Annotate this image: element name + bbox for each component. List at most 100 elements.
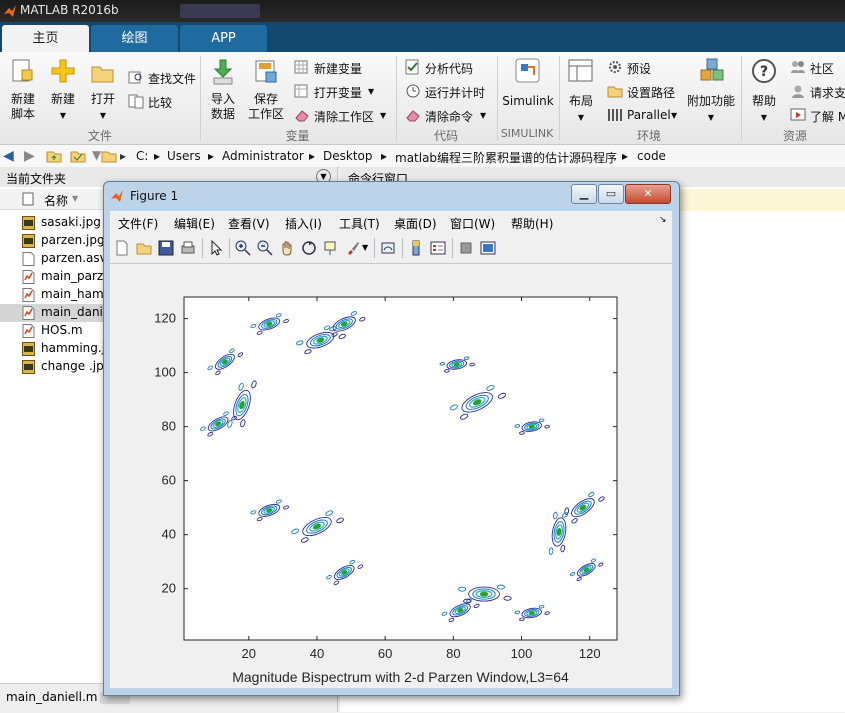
set-path-button[interactable]: 设置路径 <box>605 82 680 100</box>
menu-edit[interactable]: 编辑(E) <box>174 215 215 232</box>
y-tick-label: 100 <box>154 365 176 380</box>
menu-insert[interactable]: 插入(I) <box>285 215 322 232</box>
menu-desktop[interactable]: 桌面(D) <box>394 215 437 232</box>
import-data-icon <box>213 59 233 85</box>
open-button[interactable]: 打开 ▼ <box>86 56 120 126</box>
app-title: MATLAB R2016b <box>20 3 119 17</box>
help-button[interactable]: ? 帮助 ▼ <box>748 56 780 126</box>
run-and-time-button[interactable]: 运行并计时 <box>403 82 493 100</box>
colorbar-icon[interactable] <box>408 240 424 256</box>
open-file-icon[interactable] <box>136 240 152 256</box>
close-button[interactable]: ✕ <box>625 184 671 204</box>
new-dropdown-arrow-icon[interactable]: ▼ <box>46 107 80 123</box>
pan-hand-icon[interactable] <box>279 240 295 256</box>
menu-dock-arrow-icon[interactable]: ↘ <box>659 215 667 225</box>
app-title-bar: MATLAB R2016b <box>0 0 845 22</box>
minimize-button[interactable]: ▁ <box>571 184 597 204</box>
image-file-icon <box>22 234 35 248</box>
set-path-icon <box>607 86 623 98</box>
y-tick-label: 120 <box>154 311 176 326</box>
breadcrumb-project-folder[interactable]: matlab编程三阶累积量谱的估计源码程序 <box>395 149 617 166</box>
brush-dropdown-arrow-icon[interactable]: ▼ <box>362 243 368 252</box>
community-label: 社区 <box>810 62 835 76</box>
new-figure-icon[interactable] <box>114 240 130 256</box>
compare-button[interactable]: 比较 <box>126 92 196 110</box>
clear-commands-button[interactable]: 清除命令 ▼ <box>403 106 493 124</box>
pointer-icon[interactable] <box>208 240 224 256</box>
new-button[interactable]: 新建 ▼ <box>46 56 80 126</box>
save-workspace-button[interactable]: 保存 工作区 <box>246 56 286 126</box>
contour-level <box>479 591 489 597</box>
document-file-icon <box>22 252 35 266</box>
legend-icon[interactable] <box>430 240 446 256</box>
file-name: change .jp <box>41 359 104 373</box>
zoom-in-icon[interactable] <box>235 240 251 256</box>
show-plot-tools-icon[interactable] <box>480 240 496 256</box>
browse-folder-icon[interactable] <box>70 148 86 164</box>
name-column-header[interactable]: 名称 <box>44 192 68 209</box>
menu-tools[interactable]: 工具(T) <box>339 215 380 232</box>
link-plot-icon[interactable] <box>380 240 396 256</box>
new-variable-button[interactable]: 新建变量 <box>292 58 392 76</box>
learn-matlab-button[interactable]: 了解 M <box>788 106 845 124</box>
breadcrumb-users[interactable]: Users <box>167 149 201 163</box>
community-button[interactable]: 社区 <box>788 58 845 76</box>
resources-group-label: 资源 <box>782 129 807 143</box>
menu-view[interactable]: 查看(V) <box>228 215 270 232</box>
add-ons-dropdown-arrow-icon[interactable]: ▼ <box>686 109 736 125</box>
x-tick-label: 100 <box>511 646 533 661</box>
brush-icon[interactable] <box>345 240 361 256</box>
hide-plot-tools-icon[interactable] <box>458 240 474 256</box>
back-icon[interactable]: ◀ <box>3 148 14 164</box>
toolbar-separator <box>452 238 453 258</box>
menu-window[interactable]: 窗口(W) <box>450 215 495 232</box>
simulink-button[interactable]: Simulink <box>502 56 554 116</box>
menu-file[interactable]: 文件(F) <box>118 215 158 232</box>
help-dropdown-arrow-icon[interactable]: ▼ <box>748 109 780 125</box>
zoom-out-icon[interactable] <box>257 240 273 256</box>
breadcrumb-administrator[interactable]: Administrator <box>222 149 304 163</box>
open-dropdown-arrow-icon[interactable]: ▼ <box>86 107 120 123</box>
new-script-label-1: 新建 <box>10 92 35 106</box>
preferences-button[interactable]: 预设 <box>605 58 680 76</box>
breadcrumb-desktop[interactable]: Desktop <box>323 149 373 163</box>
matlab-file-icon <box>22 288 35 302</box>
forward-icon[interactable]: ▶ <box>24 148 35 164</box>
crumb-separator-icon: ▸ <box>208 149 215 163</box>
data-cursor-icon[interactable] <box>323 240 339 256</box>
save-icon[interactable] <box>158 240 174 256</box>
selected-file-name: main_daniell.m <box>6 690 98 704</box>
figure-canvas: 20 40 60 80 100 120 20 40 60 80 100 120 Magnitude Bi… <box>110 264 672 688</box>
maximize-button[interactable]: ▭ <box>598 184 624 204</box>
file-name: HOS.m <box>41 323 83 337</box>
import-data-button[interactable]: 导入 数据 <box>206 56 240 126</box>
up-folder-icon[interactable] <box>46 148 62 164</box>
contour-level <box>528 424 535 429</box>
breadcrumb-c[interactable]: C: <box>136 149 148 163</box>
add-ons-button[interactable]: 附加功能 ▼ <box>686 56 736 126</box>
parallel-button[interactable]: Parallel ▼ <box>605 106 683 124</box>
simulink-label: Simulink <box>502 94 554 108</box>
tab-plots[interactable]: 绘图 <box>91 25 178 52</box>
open-variable-button[interactable]: 打开变量 ▼ <box>292 82 392 100</box>
layout-button[interactable]: 布局 ▼ <box>565 56 597 126</box>
rotate-3d-icon[interactable] <box>301 240 317 256</box>
layout-dropdown-arrow-icon[interactable]: ▼ <box>565 109 597 125</box>
menu-help[interactable]: 帮助(H) <box>511 215 553 232</box>
file-column-icon <box>22 192 34 206</box>
sort-arrow-icon[interactable]: ▼ <box>72 194 78 203</box>
x-tick-label: 120 <box>579 646 601 661</box>
help-label: 帮助 <box>751 94 776 108</box>
open-variable-label: 打开变量 <box>314 86 363 100</box>
import-data-label-1: 导入 <box>210 92 235 106</box>
clear-workspace-button[interactable]: 清除工作区 ▼ <box>292 106 392 124</box>
tab-home[interactable]: 主页 <box>2 25 89 52</box>
request-support-button[interactable]: 请求支 <box>788 82 845 100</box>
breadcrumb-code[interactable]: code <box>637 149 666 163</box>
find-files-button[interactable]: 查找文件 <box>126 68 196 86</box>
analyze-code-button[interactable]: 分析代码 <box>403 58 493 76</box>
new-script-button[interactable]: 新建 脚本 <box>6 56 40 126</box>
tab-apps[interactable]: APP <box>180 25 267 52</box>
run-and-time-icon <box>406 84 420 98</box>
print-icon[interactable] <box>180 240 196 256</box>
